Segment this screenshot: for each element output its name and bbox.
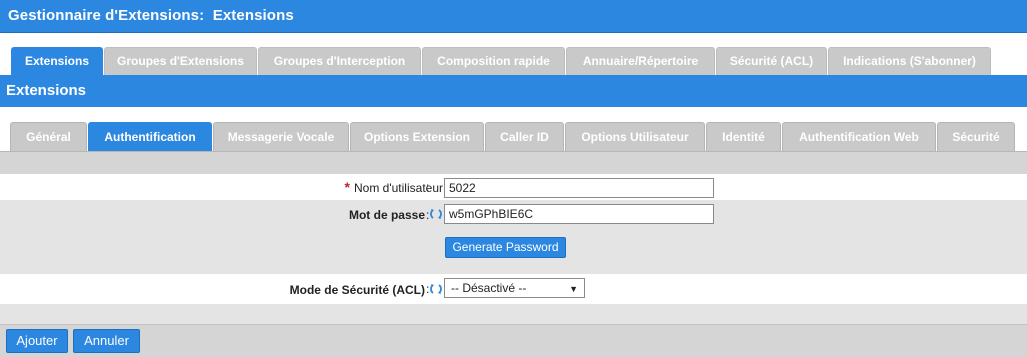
security-mode-colon: : [426,282,430,296]
sub-tab-bar: Général Authentification Messagerie Voca… [0,107,1027,151]
security-mode-label: Mode de Sécurité (ACL) [290,282,443,297]
username-field[interactable]: 5022 [444,178,714,198]
security-mode-selected: -- Désactivé -- [451,281,527,295]
subtab-identity[interactable]: Identité [706,122,781,151]
cancel-button[interactable]: Annuler [73,329,140,353]
form-spacer-row [0,304,1027,324]
tab-directory[interactable]: Annuaire/Répertoire [566,47,715,75]
generate-password-button[interactable]: Generate Password [445,237,566,258]
subtab-extension-options[interactable]: Options Extension [350,122,484,151]
password-row: Mot de passe : w5mGPhBIE6C Generate Pass… [0,200,1027,274]
refresh-icon[interactable] [429,282,443,296]
tab-pickup-groups[interactable]: Groupes d'Interception [258,47,421,75]
tab-extension-groups[interactable]: Groupes d'Extensions [104,47,257,75]
footer-bar: Ajouter Annuler [0,324,1027,357]
tab-content-strip [0,151,1027,174]
username-row: * Nom d'utilisateur : 5022 [0,174,1027,200]
tab-subscriptions[interactable]: Indications (S'abonner) [828,47,991,75]
refresh-icon[interactable] [429,207,443,221]
subtab-authentication[interactable]: Authentification [88,122,212,151]
subtab-voicemail[interactable]: Messagerie Vocale [213,122,349,151]
chevron-down-icon: ▼ [569,284,578,294]
subtab-security[interactable]: Sécurité [937,122,1015,151]
security-mode-select[interactable]: -- Désactivé -- ▼ [444,278,585,298]
subtab-general[interactable]: Général [10,122,87,151]
password-field[interactable]: w5mGPhBIE6C [444,204,714,224]
authentication-form: * Nom d'utilisateur : 5022 Mot de passe :… [0,174,1027,324]
subtab-user-options[interactable]: Options Utilisateur [565,122,705,151]
tab-speed-dial[interactable]: Composition rapide [422,47,565,75]
add-button[interactable]: Ajouter [6,329,68,353]
section-title: Extensions [6,82,87,99]
subtab-caller-id[interactable]: Caller ID [485,122,564,151]
tab-extensions[interactable]: Extensions [11,47,103,75]
subtab-web-authentication[interactable]: Authentification Web [782,122,936,151]
required-marker: * [344,179,350,195]
main-tab-bar: Extensions Groupes d'Extensions Groupes … [0,33,1027,75]
app-header: Gestionnaire d'Extensions: Extensions [0,0,1027,33]
security-mode-row: Mode de Sécurité (ACL) : -- Désactivé --… [0,274,1027,304]
tab-security-acl[interactable]: Sécurité (ACL) [716,47,827,75]
password-colon: : [426,208,430,222]
username-colon: : [426,180,430,194]
section-header: Extensions [0,75,1027,107]
page-title: Gestionnaire d'Extensions: Extensions [8,7,294,24]
